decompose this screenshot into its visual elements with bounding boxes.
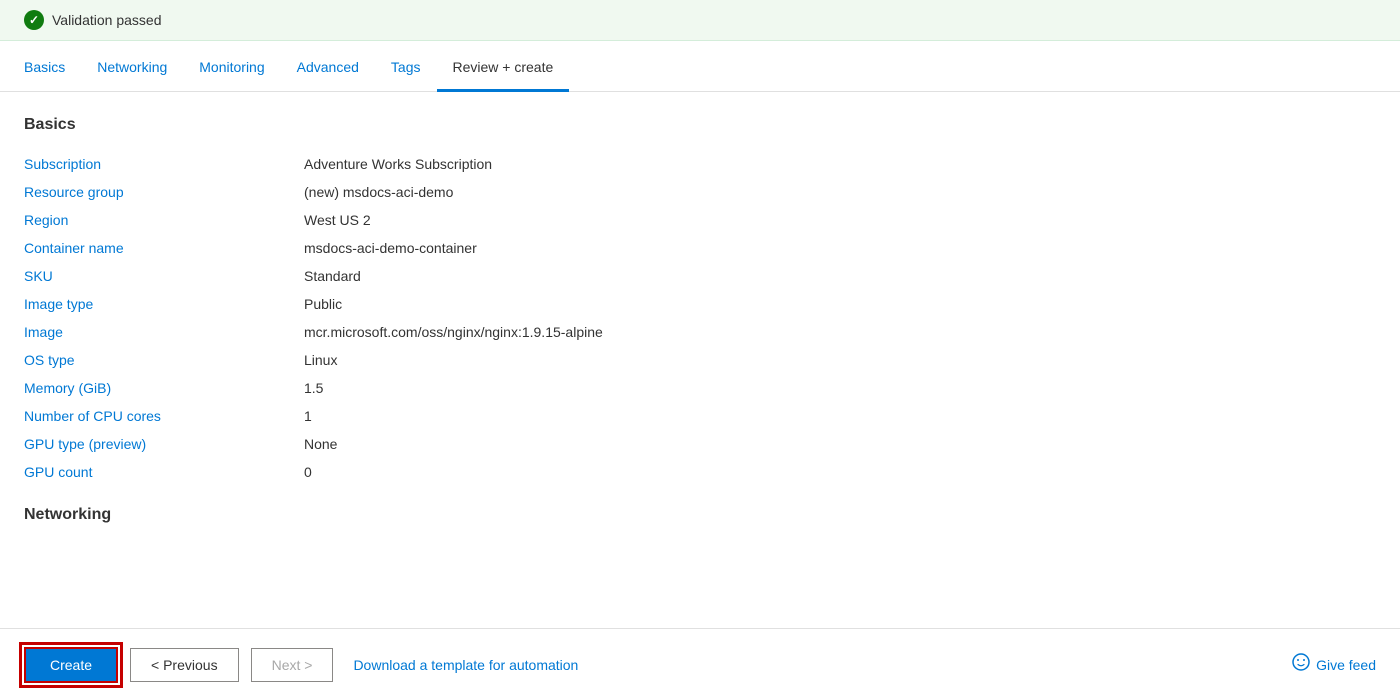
tab-basics[interactable]: Basics [24, 45, 81, 92]
value-cpu-cores: 1 [304, 402, 1376, 430]
label-image: Image [24, 318, 304, 346]
tab-networking[interactable]: Networking [81, 45, 183, 92]
download-template-link[interactable]: Download a template for automation [353, 657, 578, 673]
value-region: West US 2 [304, 206, 1376, 234]
tab-monitoring[interactable]: Monitoring [183, 45, 280, 92]
next-button: Next > [251, 648, 334, 682]
validation-text: Validation passed [52, 12, 161, 28]
label-container-name: Container name [24, 234, 304, 262]
basics-fields-table: Subscription Adventure Works Subscriptio… [24, 150, 1376, 486]
label-cpu-cores: Number of CPU cores [24, 402, 304, 430]
label-os-type: OS type [24, 346, 304, 374]
label-gpu-count: GPU count [24, 458, 304, 486]
wizard-tabs: Basics Networking Monitoring Advanced Ta… [0, 45, 1400, 92]
tab-tags[interactable]: Tags [375, 45, 437, 92]
value-resource-group: (new) msdocs-aci-demo [304, 178, 1376, 206]
label-image-type: Image type [24, 290, 304, 318]
value-gpu-count: 0 [304, 458, 1376, 486]
feedback-button[interactable]: Give feed [1292, 653, 1376, 676]
create-button[interactable]: Create [24, 647, 118, 683]
footer: Create < Previous Next > Download a temp… [0, 628, 1400, 700]
basics-section-title: Basics [24, 116, 1376, 134]
feedback-label: Give feed [1316, 657, 1376, 673]
label-region: Region [24, 206, 304, 234]
validation-banner: Validation passed [0, 0, 1400, 41]
tab-review-create[interactable]: Review + create [437, 45, 570, 92]
value-image-type: Public [304, 290, 1376, 318]
label-resource-group: Resource group [24, 178, 304, 206]
label-sku: SKU [24, 262, 304, 290]
value-subscription: Adventure Works Subscription [304, 150, 1376, 178]
validation-check-icon [24, 10, 44, 30]
value-gpu-type: None [304, 430, 1376, 458]
value-container-name: msdocs-aci-demo-container [304, 234, 1376, 262]
value-os-type: Linux [304, 346, 1376, 374]
networking-section-title: Networking [24, 506, 1376, 524]
tab-advanced[interactable]: Advanced [281, 45, 375, 92]
value-image: mcr.microsoft.com/oss/nginx/nginx:1.9.15… [304, 318, 1376, 346]
label-memory: Memory (GiB) [24, 374, 304, 402]
value-sku: Standard [304, 262, 1376, 290]
value-memory: 1.5 [304, 374, 1376, 402]
main-content: Basics Subscription Adventure Works Subs… [0, 92, 1400, 620]
previous-button[interactable]: < Previous [130, 648, 239, 682]
label-gpu-type: GPU type (preview) [24, 430, 304, 458]
label-subscription: Subscription [24, 150, 304, 178]
feedback-icon [1292, 653, 1310, 676]
networking-section: Networking [24, 506, 1376, 524]
